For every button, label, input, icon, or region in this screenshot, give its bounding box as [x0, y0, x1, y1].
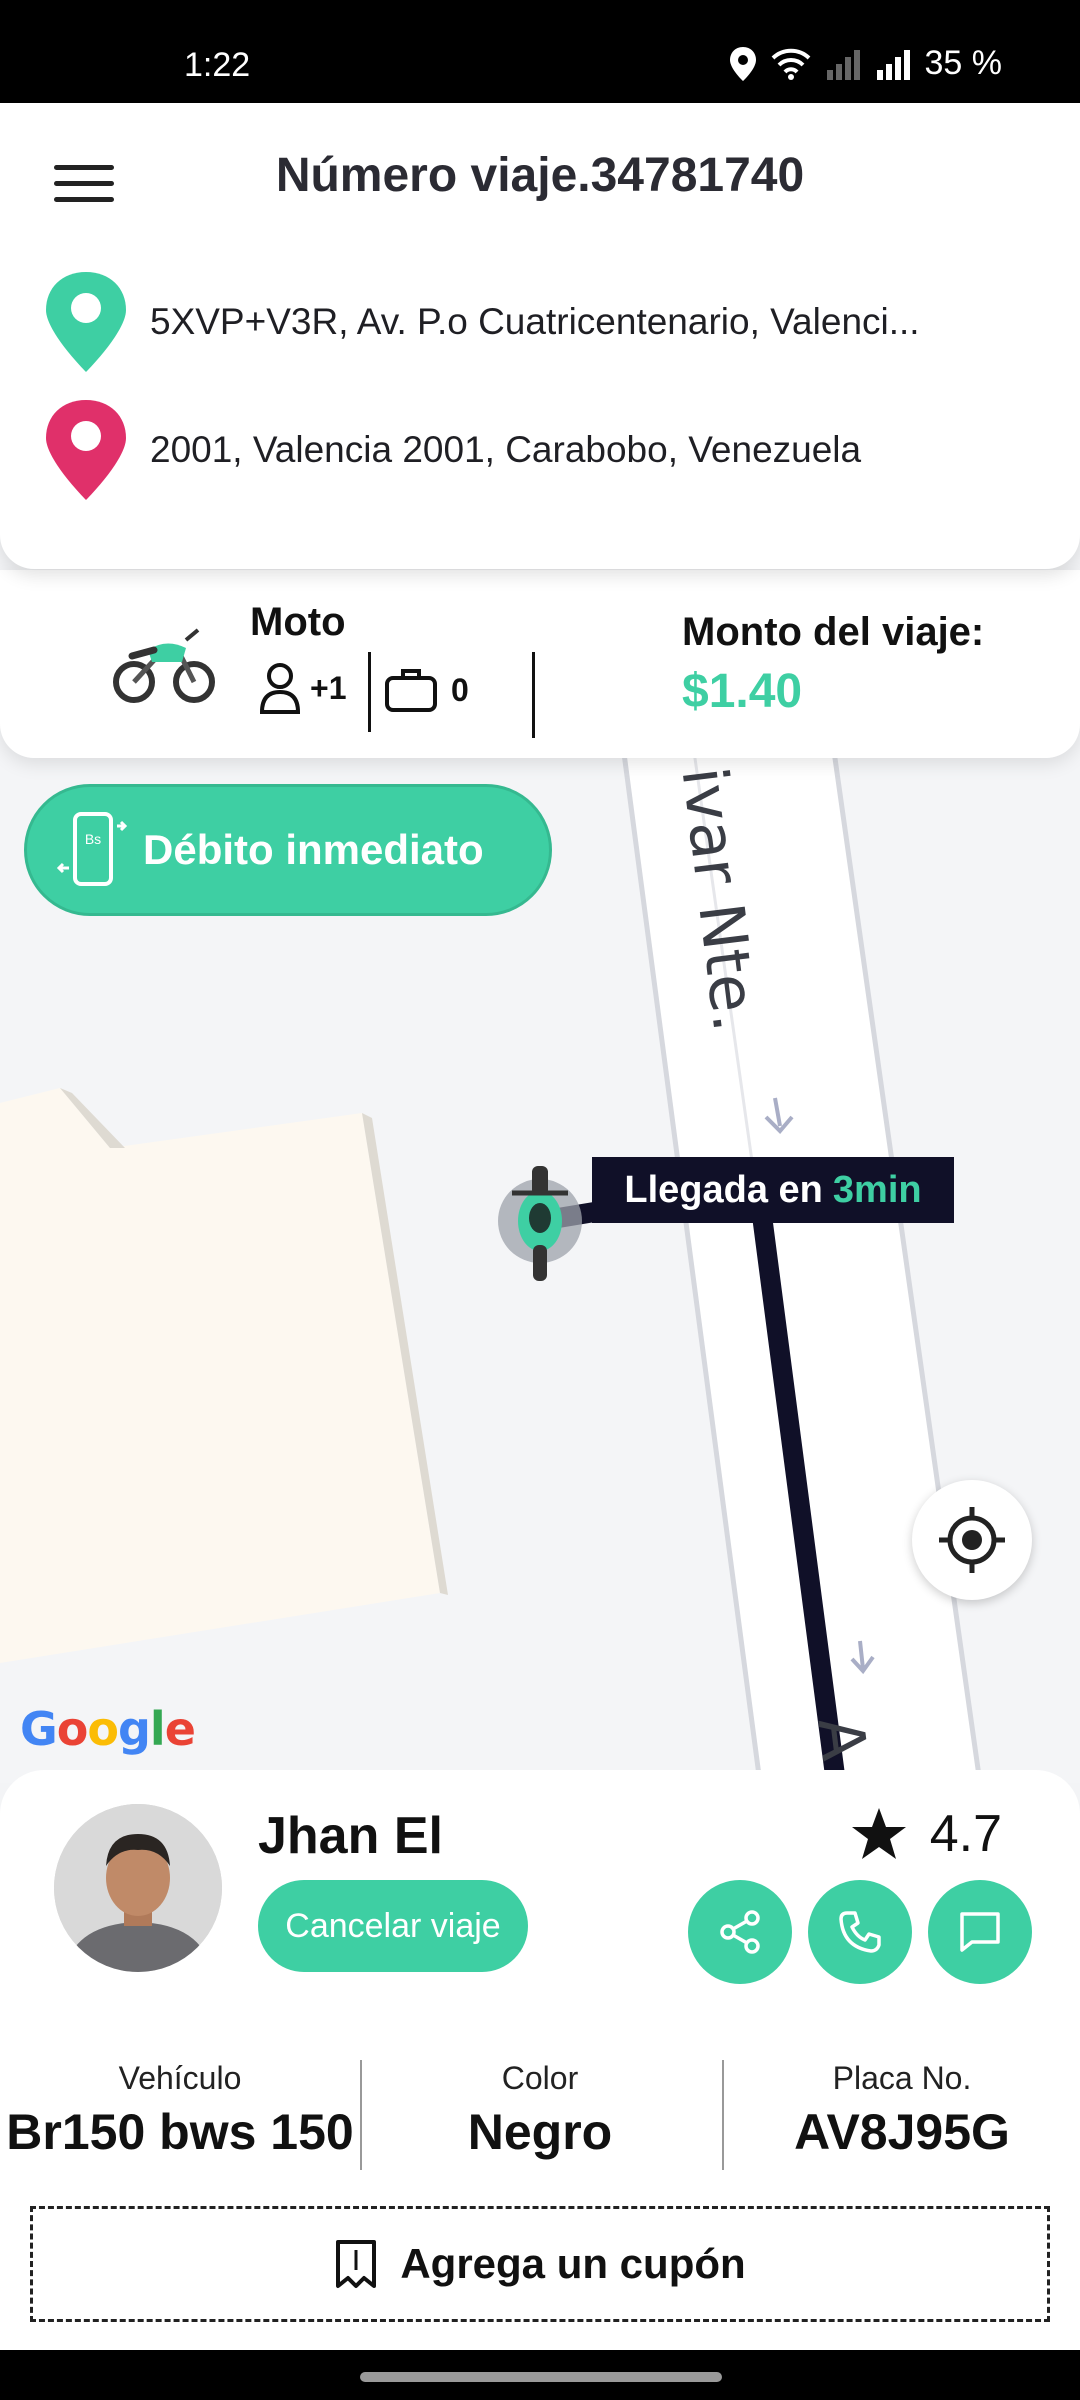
share-icon — [720, 1910, 760, 1954]
plate-label: Placa No. — [832, 2060, 972, 2096]
signal-icon — [876, 49, 910, 80]
location-icon — [729, 46, 756, 81]
luggage-icon — [385, 669, 437, 712]
status-time: 1:22 — [184, 46, 251, 84]
eta-badge: Llegada en 3min — [592, 1157, 954, 1223]
color-spec: Color Negro — [360, 2060, 720, 2161]
luggage-count: 0 — [385, 668, 469, 712]
driver-sheet: Jhan El 4.7 Cancelar viaje Vehículo Br15… — [0, 1770, 1080, 2350]
crosshair-icon — [939, 1507, 1005, 1573]
bs-currency-label: Bs — [85, 831, 101, 847]
signal-muted-icon — [826, 49, 860, 80]
person-icon — [260, 663, 300, 714]
bank-transfer-icon: Bs — [57, 812, 127, 886]
coupon-icon — [336, 2240, 377, 2288]
vehicle-label: Vehículo — [118, 2060, 242, 2096]
phone-icon — [839, 1911, 881, 1953]
destination-address: 2001, Valencia 2001, Carabobo, Venezuela — [150, 429, 862, 470]
trip-info-card: Moto +1 0 Monto del viaje: $1.40 — [0, 570, 1080, 758]
cancel-trip-button[interactable]: Cancelar viaje — [258, 1880, 528, 1972]
call-button[interactable] — [808, 1880, 912, 1984]
status-icons: 35 % — [729, 44, 1003, 83]
vehicle-value: Br150 bws 150 — [6, 2104, 354, 2160]
plate-spec: Placa No. AV8J95G — [722, 2060, 1080, 2161]
divider — [532, 652, 535, 738]
status-bar: 1:22 35 % — [0, 0, 1080, 103]
system-nav-bar — [0, 2350, 1080, 2400]
my-location-button[interactable] — [912, 1480, 1032, 1600]
add-coupon-button[interactable]: Agrega un cupón — [30, 2206, 1050, 2322]
google-logo: Google — [20, 1702, 196, 1756]
origin-address: 5XVP+V3R, Av. P.o Cuatricentenario, Vale… — [150, 301, 920, 342]
origin-row[interactable]: 5XVP+V3R, Av. P.o Cuatricentenario, Vale… — [44, 272, 920, 372]
payment-method-label: Débito inmediato — [143, 826, 484, 873]
passenger-count-value: +1 — [310, 669, 347, 706]
origin-pin-icon — [46, 272, 126, 372]
driver-avatar — [54, 1804, 222, 1972]
add-coupon-label: Agrega un cupón — [400, 2240, 746, 2287]
vehicle-spec: Vehículo Br150 bws 150 — [0, 2060, 360, 2161]
luggage-count-value: 0 — [451, 671, 469, 708]
driver-rating: 4.7 — [850, 1804, 1002, 1864]
home-gesture-handle[interactable] — [360, 2372, 722, 2382]
chat-icon — [960, 1912, 1000, 1952]
eta-value: 3min — [832, 1168, 922, 1211]
destination-pin-icon — [46, 400, 126, 500]
payment-method-button[interactable]: Bs Débito inmediato — [24, 784, 552, 916]
vehicle-details: Vehículo Br150 bws 150 Color Negro Placa… — [0, 2060, 1080, 2180]
star-icon — [851, 1808, 906, 1859]
motorcycle-icon — [113, 628, 215, 703]
fare-amount: $1.40 — [682, 665, 803, 718]
divider — [368, 652, 371, 732]
plate-value: AV8J95G — [794, 2104, 1010, 2160]
chat-button[interactable] — [928, 1880, 1032, 1984]
driver-name: Jhan El — [258, 1807, 443, 1865]
street-label-2: A — [803, 1713, 882, 1765]
rating-value: 4.7 — [929, 1805, 1002, 1863]
eta-prefix: Llegada en — [624, 1168, 823, 1211]
fare-label: Monto del viaje: — [682, 610, 985, 654]
passenger-count: +1 — [260, 662, 346, 714]
vehicle-type-label: Moto — [250, 600, 346, 644]
color-label: Color — [501, 2060, 579, 2096]
share-button[interactable] — [688, 1880, 792, 1984]
battery-percent: 35 % — [924, 44, 1003, 82]
trip-number-title: Número viaje.34781740 — [275, 149, 805, 202]
wifi-icon — [771, 48, 810, 80]
color-value: Negro — [467, 2104, 613, 2160]
destination-row[interactable]: 2001, Valencia 2001, Carabobo, Venezuela — [44, 400, 861, 500]
